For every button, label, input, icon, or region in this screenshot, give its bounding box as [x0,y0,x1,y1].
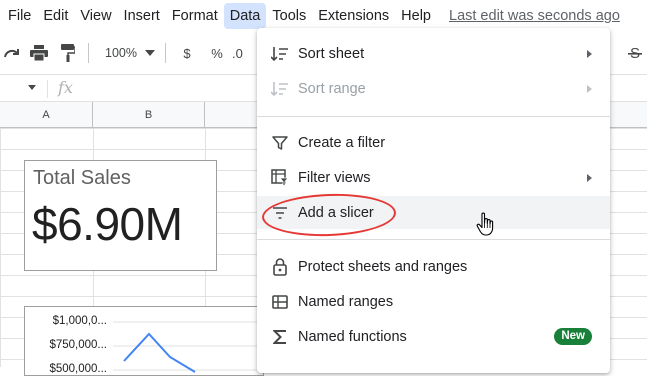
filter-views-icon [271,168,289,187]
currency-format-button[interactable]: $ [172,39,202,67]
paint-format-icon[interactable] [54,39,82,67]
menu-file[interactable]: File [0,3,37,29]
toolbar-divider [164,43,166,63]
percent-format-button[interactable]: % [202,39,232,67]
chart-plot-area [113,321,263,373]
lock-icon [271,257,289,276]
menu-item-label: Filter views [298,169,371,186]
menu-data[interactable]: Data [223,3,267,29]
named-ranges-icon [271,293,289,311]
menu-format[interactable]: Format [166,3,224,29]
decrease-decimal-button[interactable]: .0 [232,39,250,67]
zoom-select[interactable]: 100% [95,39,141,67]
scorecard-chart[interactable]: Total Sales $6.90M [24,160,217,271]
sort-icon [271,45,289,63]
menu-view[interactable]: View [74,3,117,29]
menu-tools[interactable]: Tools [266,3,312,29]
scorecard-title: Total Sales [33,167,131,189]
submenu-arrow-icon [587,173,592,182]
menu-item-label: Named ranges [298,293,394,310]
name-box-dropdown-icon[interactable] [28,85,36,90]
menu-help[interactable]: Help [395,3,437,29]
menu-insert[interactable]: Insert [118,3,166,29]
menu-item-sort-range[interactable]: Sort range [257,72,610,105]
menu-divider [257,239,610,240]
column-header-a[interactable]: A [0,102,93,128]
menu-item-named-ranges[interactable]: Named ranges [257,285,610,318]
menu-item-label: Sort range [298,80,366,97]
chevron-down-icon[interactable] [141,39,159,67]
fx-icon: fx [58,78,73,97]
menu-item-label: Named functions [298,328,407,345]
sort-icon [271,80,289,98]
submenu-arrow-icon [587,49,592,58]
new-badge: New [554,328,592,345]
filter-icon [271,134,289,152]
menu-item-create-filter[interactable]: Create a filter [257,126,610,159]
menu-item-label: Sort sheet [298,45,365,62]
menu-item-filter-views[interactable]: Filter views [257,161,610,194]
menu-divider [257,116,610,117]
formula-divider [47,80,48,98]
strikethrough-icon[interactable]: S [622,39,647,67]
menu-item-named-functions[interactable]: Named functions New [257,320,610,353]
redo-icon[interactable] [0,39,24,67]
menu-item-label: Create a filter [298,134,386,151]
line-chart[interactable]: $1,000,0... $750,000... $500,000... [24,306,264,376]
menu-item-label: Protect sheets and ranges [298,258,468,275]
hand-cursor-icon [476,212,494,236]
last-edit-link[interactable]: Last edit was seconds ago [449,8,620,24]
scorecard-value: $6.90M [32,198,183,250]
submenu-arrow-icon [587,84,592,93]
series-line [123,332,196,373]
menu-item-protect-sheets[interactable]: Protect sheets and ranges [257,250,610,283]
menu-edit[interactable]: Edit [37,3,74,29]
sigma-icon [271,328,289,346]
print-icon[interactable] [24,39,54,67]
menu-item-sort-sheet[interactable]: Sort sheet [257,37,610,70]
menu-extensions[interactable]: Extensions [312,3,395,29]
column-header-b[interactable]: B [93,102,205,128]
toolbar-divider [88,43,89,63]
